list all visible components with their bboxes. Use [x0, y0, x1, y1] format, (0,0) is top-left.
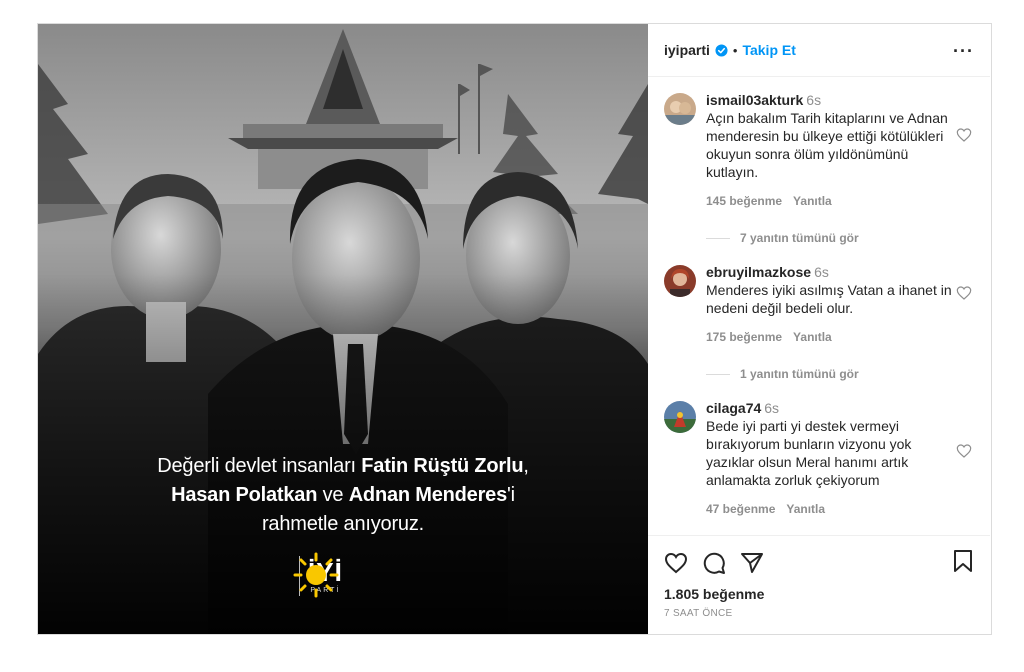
action-icons	[664, 548, 974, 578]
caption-name-menderes: Adnan Menderes	[348, 484, 508, 506]
comment-body: ismail03akturk 6s Açın bakalım Tarih kita…	[706, 91, 952, 210]
comment-username[interactable]: cilaga74	[706, 400, 761, 416]
reply-button[interactable]: Yanıtla	[793, 194, 832, 208]
post-header: iyiparti • Takip Et ···	[648, 24, 990, 77]
comment-time: 6s	[806, 92, 822, 108]
comment-time: 6s	[814, 264, 829, 280]
comment-text: Bede iyi parti yi destek vermeyi bırakıy…	[706, 418, 912, 488]
avatar[interactable]	[664, 265, 696, 297]
post-caption: Değerli devlet insanları Fatin Rüştü Zor…	[38, 452, 648, 539]
heart-icon[interactable]	[956, 285, 972, 301]
comment-meta: 145 beğenme Yanıtla	[706, 192, 952, 210]
replies-line	[706, 373, 730, 375]
sun-icon	[293, 552, 339, 598]
post-actions: 1.805 beğenme 7 SAAT ÖNCE	[648, 535, 990, 634]
caption-text: 'i	[507, 484, 515, 506]
comment-likes[interactable]: 175 beğenme	[706, 330, 782, 344]
comment-likes[interactable]: 47 beğenme	[706, 502, 775, 516]
caption-text: ,	[523, 455, 529, 477]
comment-meta: 175 beğenme Yanıtla	[706, 328, 952, 346]
caption-line-1: Değerli devlet insanları Fatin Rüştü Zor…	[38, 452, 648, 481]
comment-username[interactable]: ebruyilmazkose	[706, 264, 811, 280]
comments-list[interactable]: ismail03akturk 6s Açın bakalım Tarih kita…	[648, 77, 990, 535]
post-photo-illustration	[38, 24, 648, 634]
post-image[interactable]: Değerli devlet insanları Fatin Rüştü Zor…	[38, 24, 648, 634]
view-replies-label: 1 yanıtın tümünü gör	[740, 367, 859, 381]
bookmark-icon[interactable]	[952, 549, 974, 573]
comment-item: ismail03akturk 6s Açın bakalım Tarih kita…	[664, 91, 974, 210]
post-username[interactable]: iyiparti	[664, 42, 710, 58]
post-window: Değerli devlet insanları Fatin Rüştü Zor…	[37, 23, 992, 635]
follow-button[interactable]: Takip Et	[742, 42, 795, 58]
caption-line-2: Hasan Polatkan ve Adnan Menderes'i	[38, 481, 648, 510]
caption-name-zorlu: Fatin Rüştü Zorlu	[361, 455, 524, 477]
caption-line-3: rahmetle anıyoruz.	[261, 513, 425, 535]
heart-icon[interactable]	[664, 551, 688, 575]
caption-text: Değerli devlet insanları	[157, 455, 362, 477]
comment-body: cilaga74 6s Bede iyi parti yi destek verm…	[706, 399, 952, 518]
view-replies-label: 7 yanıtın tümünü gör	[740, 231, 859, 245]
post-time: 7 SAAT ÖNCE	[664, 608, 733, 619]
post-sidebar: iyiparti • Takip Et ··· ismail03akturk 6…	[648, 24, 990, 634]
heart-icon[interactable]	[956, 443, 972, 459]
comment-likes[interactable]: 145 beğenme	[706, 194, 782, 208]
avatar-image	[664, 265, 696, 297]
heart-icon[interactable]	[956, 127, 972, 143]
view-replies-button[interactable]: 1 yanıtın tümünü gör	[706, 367, 974, 381]
comment-body: ebruyilmazkose 6s Menderes iyiki asılmış …	[706, 263, 952, 346]
comment-item: ebruyilmazkose 6s Menderes iyiki asılmış …	[664, 263, 974, 346]
header-separator: •	[732, 42, 738, 58]
avatar-image	[664, 93, 696, 125]
avatar[interactable]	[664, 93, 696, 125]
caption-name-polatkan: Hasan Polatkan	[171, 484, 318, 506]
comment-time: 6s	[764, 400, 780, 416]
iyi-parti-logo: İYİ PARTİ	[293, 552, 343, 600]
avatar[interactable]	[664, 401, 696, 433]
verified-icon	[715, 43, 728, 57]
reply-button[interactable]: Yanıtla	[793, 330, 832, 344]
caption-text: ve	[317, 484, 349, 506]
reply-button[interactable]: Yanıtla	[786, 502, 825, 516]
comment-text: Menderes iyiki asılmış Vatan a ihanet in…	[706, 282, 952, 316]
view-replies-button[interactable]: 7 yanıtın tümünü gör	[706, 231, 974, 245]
likes-count[interactable]: 1.805 beğenme	[664, 586, 974, 602]
comment-meta: 47 beğenme Yanıtla	[706, 500, 952, 518]
more-icon[interactable]: ···	[953, 41, 974, 62]
comment-text: Açın bakalım Tarih kitaplarını ve Adnan …	[706, 110, 948, 180]
avatar-image	[664, 401, 696, 433]
replies-line	[706, 237, 730, 239]
share-icon[interactable]	[740, 551, 764, 575]
comment-username[interactable]: ismail03akturk	[706, 92, 803, 108]
comment-icon[interactable]	[702, 551, 726, 575]
comment-item: cilaga74 6s Bede iyi parti yi destek verm…	[664, 399, 974, 518]
